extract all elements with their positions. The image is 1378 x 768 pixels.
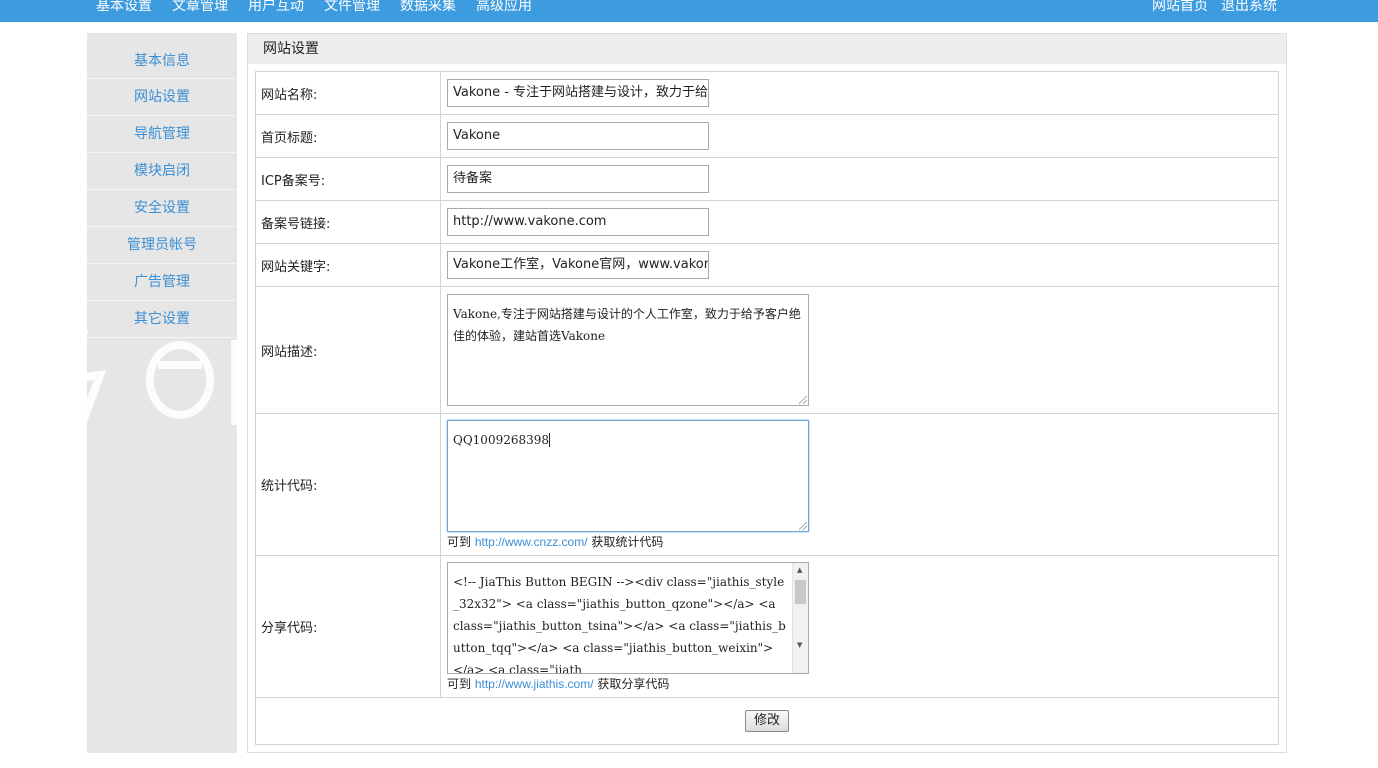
sidebar-item-navigation[interactable]: 导航管理 (87, 116, 237, 153)
row-icp: ICP备案号: 待备案 (255, 157, 1279, 201)
submit-button[interactable]: 修改 (744, 710, 789, 732)
resize-grip-icon[interactable] (799, 521, 807, 530)
keywords-input[interactable]: Vakone工作室，Vakone官网，www.vakone. (447, 251, 709, 279)
sidebar-item-other[interactable]: 其它设置 (87, 301, 237, 338)
share-hint: 可到 http://www.jiathis.com/ 获取分享代码 (447, 676, 670, 691)
top-right-links: 网站首页 退出系统 (1139, 0, 1277, 16)
stats-label: 统计代码: (255, 413, 441, 556)
top-nav: 基本设置 文章管理 用户互动 文件管理 数据采集 高级应用 (96, 0, 552, 16)
scroll-up-icon[interactable]: ▲ (797, 566, 802, 574)
row-submit: 修改 (255, 697, 1279, 745)
row-stats: 统计代码: QQ1009268398 可到 http://www.cnzz.co… (255, 413, 1279, 556)
row-icp-link: 备案号链接: http://www.vakone.com (255, 200, 1279, 244)
share-label: 分享代码: (255, 555, 441, 698)
settings-panel: 网站设置 网站名称: Vakone - 专注于网站搭建与设计，致力于给 首页标题… (247, 33, 1287, 753)
sidebar-item-security[interactable]: 安全设置 (87, 190, 237, 227)
keywords-label: 网站关键字: (255, 243, 441, 287)
stats-hint: 可到 http://www.cnzz.com/ 获取统计代码 (447, 534, 664, 549)
topnav-basic-settings[interactable]: 基本设置 (96, 0, 152, 16)
panel-title: 网站设置 (248, 34, 1286, 64)
jiathis-link[interactable]: http://www.jiathis.com/ (475, 677, 594, 691)
home-title-input[interactable]: Vakone (447, 122, 709, 150)
topnav-file-management[interactable]: 文件管理 (324, 0, 380, 16)
home-title-label: 首页标题: (255, 114, 441, 158)
row-home-title: 首页标题: Vakone (255, 114, 1279, 158)
settings-form: 网站名称: Vakone - 专注于网站搭建与设计，致力于给 首页标题: Vak… (255, 71, 1279, 745)
row-keywords: 网站关键字: Vakone工作室，Vakone官网，www.vakone. (255, 243, 1279, 287)
sidebar-item-site-settings[interactable]: 网站设置 (87, 79, 237, 116)
share-textarea[interactable]: <!-- JiaThis Button BEGIN --><div class=… (447, 561, 809, 674)
logout-link[interactable]: 退出系统 (1221, 0, 1277, 16)
sidebar-item-modules[interactable]: 模块启闭 (87, 153, 237, 190)
sidebar-item-basic-info[interactable]: 基本信息 (87, 33, 237, 79)
site-home-link[interactable]: 网站首页 (1152, 0, 1208, 16)
description-label: 网站描述: (255, 286, 441, 414)
topnav-article-management[interactable]: 文章管理 (172, 0, 228, 16)
cnzz-link[interactable]: http://www.cnzz.com/ (475, 535, 588, 549)
row-description: 网站描述: Vakone,专注于网站搭建与设计的个人工作室，致力于给予客户绝佳的… (255, 286, 1279, 414)
row-site-name: 网站名称: Vakone - 专注于网站搭建与设计，致力于给 (255, 71, 1279, 115)
sidebar: 基本信息 网站设置 导航管理 模块启闭 安全设置 管理员帐号 广告管理 其它设置 (87, 33, 237, 753)
icp-link-input[interactable]: http://www.vakone.com (447, 208, 709, 236)
icp-input[interactable]: 待备案 (447, 165, 709, 193)
sidebar-item-admin-account[interactable]: 管理员帐号 (87, 227, 237, 264)
scroll-down-icon[interactable]: ▼ (797, 641, 802, 649)
site-name-label: 网站名称: (255, 71, 441, 115)
row-share: 分享代码: <!-- JiaThis Button BEGIN --><div … (255, 555, 1279, 698)
topnav-data-collection[interactable]: 数据采集 (400, 0, 456, 16)
site-name-input[interactable]: Vakone - 专注于网站搭建与设计，致力于给 (447, 79, 709, 107)
resize-grip-icon[interactable] (799, 396, 807, 404)
topnav-user-interaction[interactable]: 用户互动 (248, 0, 304, 16)
stats-textarea[interactable]: QQ1009268398 (447, 419, 809, 532)
sidebar-item-ads[interactable]: 广告管理 (87, 264, 237, 301)
top-navbar: 基本设置 文章管理 用户互动 文件管理 数据采集 高级应用 网站首页 退出系统 (0, 0, 1378, 22)
share-scrollbar[interactable]: ▲ ▼ (792, 562, 808, 673)
scroll-thumb[interactable] (795, 579, 806, 604)
icp-label: ICP备案号: (255, 157, 441, 201)
icp-link-label: 备案号链接: (255, 200, 441, 244)
description-textarea[interactable]: Vakone,专注于网站搭建与设计的个人工作室，致力于给予客户绝佳的体验，建站首… (447, 294, 809, 406)
topnav-advanced[interactable]: 高级应用 (476, 0, 532, 16)
